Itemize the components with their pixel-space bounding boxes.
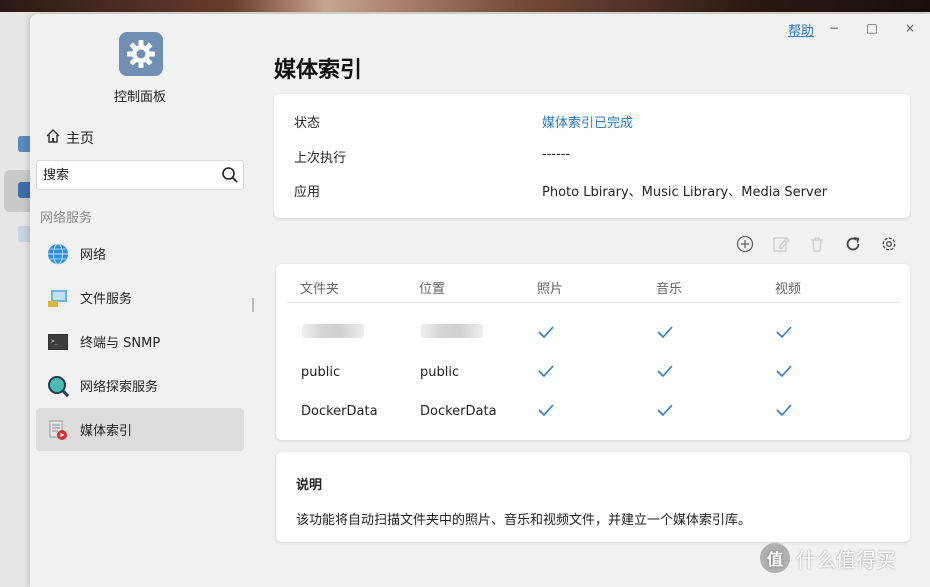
edit-icon[interactable] bbox=[771, 234, 791, 254]
redacted-location bbox=[421, 324, 483, 338]
watermark: 值 什么值得买 bbox=[760, 543, 896, 573]
control-panel-gear-icon bbox=[119, 32, 163, 76]
redacted-folder-name bbox=[302, 324, 364, 338]
search-input[interactable] bbox=[43, 165, 213, 185]
sidebar-item-network[interactable]: 网络 bbox=[36, 232, 244, 275]
control-panel-window: 帮助 − □ × 控制面板 主页 搜索 网络服务 网络 文件服务 >_ 终端与 … bbox=[30, 14, 930, 587]
home-label: 主页 bbox=[66, 131, 94, 147]
column-header-music: 音乐 bbox=[656, 282, 683, 297]
applications-label: 应用 bbox=[294, 185, 321, 200]
watermark-text: 什么值得买 bbox=[796, 547, 896, 572]
description-title: 说明 bbox=[296, 478, 323, 493]
folder-name: DockerData bbox=[301, 404, 378, 419]
sidebar-item-network-discovery[interactable]: 网络探索服务 bbox=[36, 364, 244, 407]
watermark-logo: 值 bbox=[760, 543, 790, 573]
main-content: 媒体索引 状态 媒体索引已完成 上次执行 ------ 应用 Photo Lbi… bbox=[274, 14, 930, 587]
search-icon[interactable] bbox=[221, 166, 239, 188]
sidebar-item-label: 网络 bbox=[80, 248, 107, 263]
delete-icon[interactable] bbox=[807, 234, 827, 254]
status-card: 状态 媒体索引已完成 上次执行 ------ 应用 Photo Lbirary、… bbox=[274, 94, 910, 218]
sidebar: 控制面板 主页 网络服务 网络 文件服务 bbox=[30, 14, 254, 587]
sidebar-item-file-service[interactable]: 文件服务 bbox=[36, 276, 244, 319]
column-header-folder: 文件夹 bbox=[300, 282, 340, 297]
file-service-icon bbox=[46, 286, 70, 310]
video-check-icon bbox=[776, 365, 792, 378]
music-check-icon bbox=[657, 365, 673, 378]
applications-value: Photo Lbirary、Music Library、Media Server bbox=[542, 185, 828, 200]
section-label: 网络服务 bbox=[40, 211, 93, 226]
photo-check-icon bbox=[538, 365, 554, 378]
column-header-video: 视频 bbox=[775, 282, 802, 297]
media-index-icon bbox=[46, 418, 70, 442]
last-run-value: ------ bbox=[542, 147, 571, 162]
folder-name: public bbox=[301, 365, 341, 380]
home-link[interactable]: 主页 bbox=[45, 128, 94, 148]
video-check-icon bbox=[776, 326, 792, 339]
folder-location: DockerData bbox=[420, 404, 497, 419]
music-check-icon bbox=[657, 404, 673, 417]
music-check-icon bbox=[657, 326, 673, 339]
sidebar-item-label: 文件服务 bbox=[80, 292, 133, 307]
settings-icon[interactable] bbox=[879, 234, 899, 254]
sidebar-item-label: 网络探索服务 bbox=[80, 380, 159, 395]
page-title: 媒体索引 bbox=[274, 58, 363, 83]
sidebar-item-label: 媒体索引 bbox=[80, 424, 133, 439]
desktop-wallpaper bbox=[0, 0, 930, 12]
discovery-icon bbox=[46, 374, 70, 398]
description-text: 该功能将自动扫描文件夹中的照片、音乐和视频文件，并建立一个媒体索引库。 bbox=[296, 513, 752, 528]
last-run-label: 上次执行 bbox=[294, 151, 347, 166]
terminal-icon: >_ bbox=[46, 330, 70, 354]
sidebar-item-label: 终端与 SNMP bbox=[80, 336, 161, 351]
svg-text:>_: >_ bbox=[51, 338, 59, 345]
folder-table: 文件夹 位置 照片 音乐 视频 public public DockerData… bbox=[276, 264, 910, 440]
status-value: 媒体索引已完成 bbox=[542, 116, 634, 131]
column-header-photo: 照片 bbox=[537, 282, 564, 297]
video-check-icon bbox=[776, 404, 792, 417]
refresh-icon[interactable] bbox=[843, 234, 863, 254]
globe-icon bbox=[46, 242, 70, 266]
sidebar-scroll-handle[interactable] bbox=[252, 298, 254, 312]
add-icon[interactable] bbox=[735, 234, 755, 254]
sidebar-item-terminal-snmp[interactable]: >_ 终端与 SNMP bbox=[36, 320, 244, 363]
home-icon bbox=[45, 128, 61, 148]
photo-check-icon bbox=[538, 326, 554, 339]
status-label: 状态 bbox=[294, 116, 321, 131]
photo-check-icon bbox=[538, 404, 554, 417]
sidebar-item-media-index[interactable]: 媒体索引 bbox=[36, 408, 244, 451]
app-title: 控制面板 bbox=[113, 90, 166, 105]
column-header-location: 位置 bbox=[419, 282, 446, 297]
search-box bbox=[36, 160, 244, 190]
header-divider bbox=[286, 302, 900, 303]
description-card: 说明 该功能将自动扫描文件夹中的照片、音乐和视频文件，并建立一个媒体索引库。 bbox=[276, 452, 910, 542]
folder-location: public bbox=[420, 365, 460, 380]
